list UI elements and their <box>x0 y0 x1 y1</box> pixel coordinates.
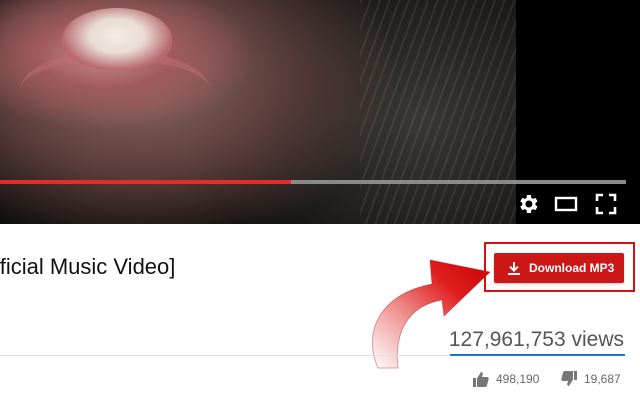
download-mp3-label: Download MP3 <box>529 261 615 275</box>
video-frame-hair <box>360 0 516 224</box>
progress-bar[interactable] <box>0 180 626 184</box>
like-count: 498,190 <box>496 372 540 386</box>
video-player[interactable] <box>0 0 640 224</box>
dislike-button[interactable]: 19,687 <box>560 370 621 388</box>
view-count: 127,961,753 views <box>448 328 624 351</box>
views-underline <box>450 354 625 356</box>
dislike-count: 19,687 <box>584 372 621 386</box>
download-icon <box>507 261 521 275</box>
video-title: fficial Music Video] <box>0 254 176 279</box>
theater-mode-icon <box>554 192 578 216</box>
like-button[interactable]: 498,190 <box>472 370 539 388</box>
video-frame <box>0 0 516 224</box>
settings-button[interactable] <box>516 192 540 216</box>
theater-mode-button[interactable] <box>554 192 578 216</box>
gear-icon <box>516 192 540 216</box>
download-mp3-button[interactable]: Download MP3 <box>494 253 624 283</box>
fullscreen-button[interactable] <box>594 192 618 216</box>
thumbs-down-icon <box>560 370 578 388</box>
video-frame-mouth <box>62 8 172 70</box>
progress-fill <box>0 180 292 184</box>
thumbs-up-icon <box>472 370 490 388</box>
fullscreen-icon <box>594 192 618 216</box>
